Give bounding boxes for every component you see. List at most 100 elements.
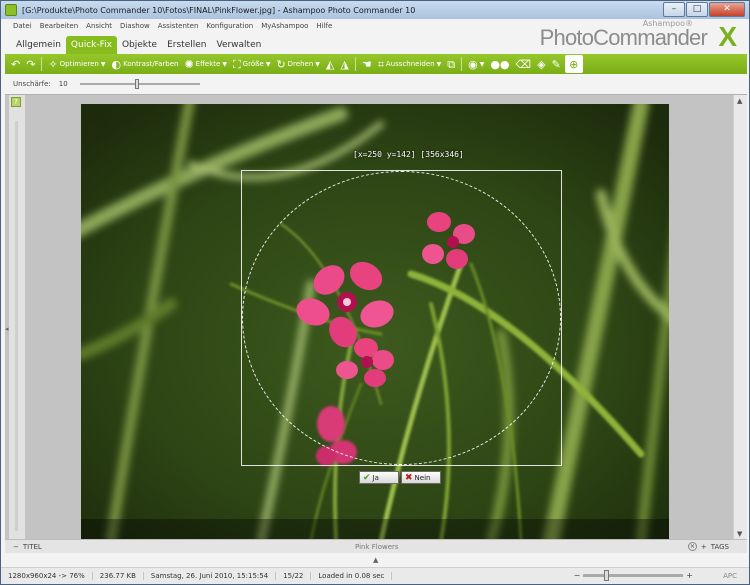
- menu-datei[interactable]: Datei: [13, 22, 32, 30]
- magic-wand-icon: ✧: [48, 57, 58, 71]
- title-label[interactable]: TITEL: [23, 543, 42, 551]
- load-time: Loaded in 0.08 sec: [311, 572, 393, 580]
- optimize-label: Optimieren: [59, 60, 99, 68]
- file-date: Samstag, 26. Juni 2010, 15:15:54: [144, 572, 277, 580]
- perspective-button[interactable]: ⧉: [445, 55, 457, 73]
- minimize-button[interactable]: –: [663, 2, 685, 17]
- tool-options-bar: Unschärfe: 10: [5, 75, 747, 93]
- left-panel-track[interactable]: [15, 121, 18, 531]
- resize-icon: ⛶: [232, 57, 241, 71]
- photo-canvas[interactable]: [x=250 y=142] [356x346] ✔ Ja ✖ Nein: [81, 104, 669, 541]
- minus-icon[interactable]: −: [13, 543, 19, 551]
- zoom-slider[interactable]: [583, 570, 684, 581]
- image-workspace: ? ◂ ▸: [5, 94, 747, 541]
- app-icon[interactable]: [5, 4, 17, 16]
- crosshair-icon: ⊕: [569, 57, 579, 71]
- zoom-thumb[interactable]: [604, 570, 610, 581]
- eraser-icon: ⌫: [515, 57, 532, 71]
- menu-konfiguration[interactable]: Konfiguration: [206, 22, 253, 30]
- red-eye-button[interactable]: ◉ ▼: [466, 55, 486, 73]
- clear-icon[interactable]: ×: [687, 542, 697, 551]
- logo-x-mark: X: [718, 21, 737, 52]
- flip-vertical-icon: ◮: [340, 57, 349, 71]
- yes-button[interactable]: ✔ Ja: [359, 471, 399, 484]
- tab-objekte[interactable]: Objekte: [117, 36, 162, 54]
- menu-diashow[interactable]: Diashow: [120, 22, 150, 30]
- crop-button[interactable]: ⌗ Ausschneiden ▼: [376, 55, 444, 73]
- pan-button[interactable]: ☚: [360, 55, 374, 73]
- crop-label: Ausschneiden: [385, 60, 435, 68]
- rotate-button[interactable]: ↻ Drehen ▼: [274, 55, 321, 73]
- tab-allgemein[interactable]: Allgemein: [11, 36, 66, 54]
- panel-splitter-icon[interactable]: ▲: [373, 556, 378, 564]
- no-label: Nein: [414, 473, 431, 482]
- menu-bearbeiten[interactable]: Bearbeiten: [40, 22, 78, 30]
- flip-vertical-button[interactable]: ◮: [338, 55, 350, 73]
- tab-quick-fix[interactable]: Quick-Fix: [65, 36, 117, 54]
- undo-button[interactable]: ↶: [9, 55, 22, 73]
- maximize-button[interactable]: □: [686, 2, 708, 17]
- scroll-up-icon[interactable]: ▲: [737, 97, 742, 105]
- menu-ansicht[interactable]: Ansicht: [86, 22, 112, 30]
- tab-verwalten[interactable]: Verwalten: [211, 36, 266, 54]
- chevron-down-icon: ▼: [479, 60, 485, 68]
- sharpness-slider[interactable]: [79, 79, 200, 89]
- vertical-scrollbar[interactable]: ▲ ▼: [733, 95, 747, 540]
- eraser-button[interactable]: ⌫: [514, 55, 534, 73]
- plus-icon[interactable]: +: [701, 543, 707, 551]
- chevron-down-icon: ▼: [222, 60, 227, 68]
- crop-icon: ⌗: [377, 57, 384, 71]
- no-button[interactable]: ✖ Nein: [401, 471, 441, 484]
- selection-readout: [x=250 y=142] [356x346]: [353, 150, 464, 159]
- menu-myashampoo[interactable]: MyAshampoo: [261, 22, 308, 30]
- toolbar-separator: [461, 57, 463, 71]
- crop-confirm-buttons: ✔ Ja ✖ Nein: [359, 471, 441, 484]
- crop-selection-box[interactable]: [241, 170, 562, 466]
- effects-icon: ✺: [184, 57, 194, 71]
- contrast-button[interactable]: ◐ Kontrast/Farben: [109, 55, 180, 73]
- zoom-tool-button[interactable]: ⊕: [564, 55, 583, 73]
- tags-section: × + TAGS: [687, 542, 729, 551]
- ribbon-tabs: Allgemein Quick-Fix Objekte Erstellen Ve…: [11, 36, 266, 54]
- brush-button[interactable]: ✎: [550, 55, 563, 73]
- image-dimensions: 1280x960x24 -> 76%: [1, 572, 93, 580]
- chevron-down-icon: ▼: [436, 60, 442, 68]
- close-button[interactable]: ✕: [709, 2, 745, 17]
- caption-bar: − TITEL Pink Flowers × + TAGS: [5, 539, 747, 553]
- menu-assistenten[interactable]: Assistenten: [158, 22, 199, 30]
- effects-button[interactable]: ✺ Effekte ▼: [182, 55, 229, 73]
- toolbar-separator: [354, 57, 356, 71]
- fill-button[interactable]: ◈: [535, 55, 547, 73]
- menu-hilfe[interactable]: Hilfe: [316, 22, 332, 30]
- image-title[interactable]: Pink Flowers: [355, 543, 399, 551]
- quick-fix-toolbar: ↶ ↷ ✧ Optimieren ▼ ◐ Kontrast/Farben ✺ E…: [5, 54, 747, 74]
- collapse-left-icon[interactable]: ◂: [5, 325, 9, 333]
- size-label: Größe: [242, 60, 264, 68]
- scroll-down-icon[interactable]: ▼: [737, 530, 742, 538]
- logo-wordmark: PhotoCommander: [539, 25, 708, 50]
- sharpness-value[interactable]: 10: [59, 80, 68, 88]
- size-button[interactable]: ⛶ Größe ▼: [231, 55, 272, 73]
- panel-toggle-button[interactable]: ?: [11, 97, 21, 107]
- status-bar: 1280x960x24 -> 76% 236.77 KB Samstag, 26…: [1, 567, 749, 584]
- redo-button[interactable]: ↷: [24, 55, 37, 73]
- slider-thumb[interactable]: [135, 79, 140, 89]
- tags-label[interactable]: TAGS: [711, 543, 729, 551]
- paint-bucket-icon: ◈: [537, 57, 546, 71]
- tab-erstellen[interactable]: Erstellen: [162, 36, 211, 54]
- zoom-out-button[interactable]: −: [574, 571, 581, 580]
- zoom-in-button[interactable]: +: [686, 571, 693, 580]
- effects-label: Effekte: [195, 60, 221, 68]
- flip-horizontal-button[interactable]: ◭: [324, 55, 336, 73]
- check-icon: ✔: [363, 472, 371, 483]
- chevron-down-icon: ▼: [100, 60, 106, 68]
- chevron-down-icon: ▼: [265, 60, 271, 68]
- optimize-button[interactable]: ✧ Optimieren ▼: [46, 55, 107, 73]
- image-position: 15/22: [276, 572, 312, 580]
- hand-icon: ☚: [361, 57, 372, 71]
- left-panel-strip: ?: [9, 95, 25, 540]
- crop-selection-circle[interactable]: [242, 171, 561, 465]
- redo-icon: ↷: [26, 57, 36, 71]
- spot-button[interactable]: ●●: [488, 55, 511, 73]
- title-bar[interactable]: [G:\Produkte\Photo Commander 10\Fotos\FI…: [1, 1, 749, 19]
